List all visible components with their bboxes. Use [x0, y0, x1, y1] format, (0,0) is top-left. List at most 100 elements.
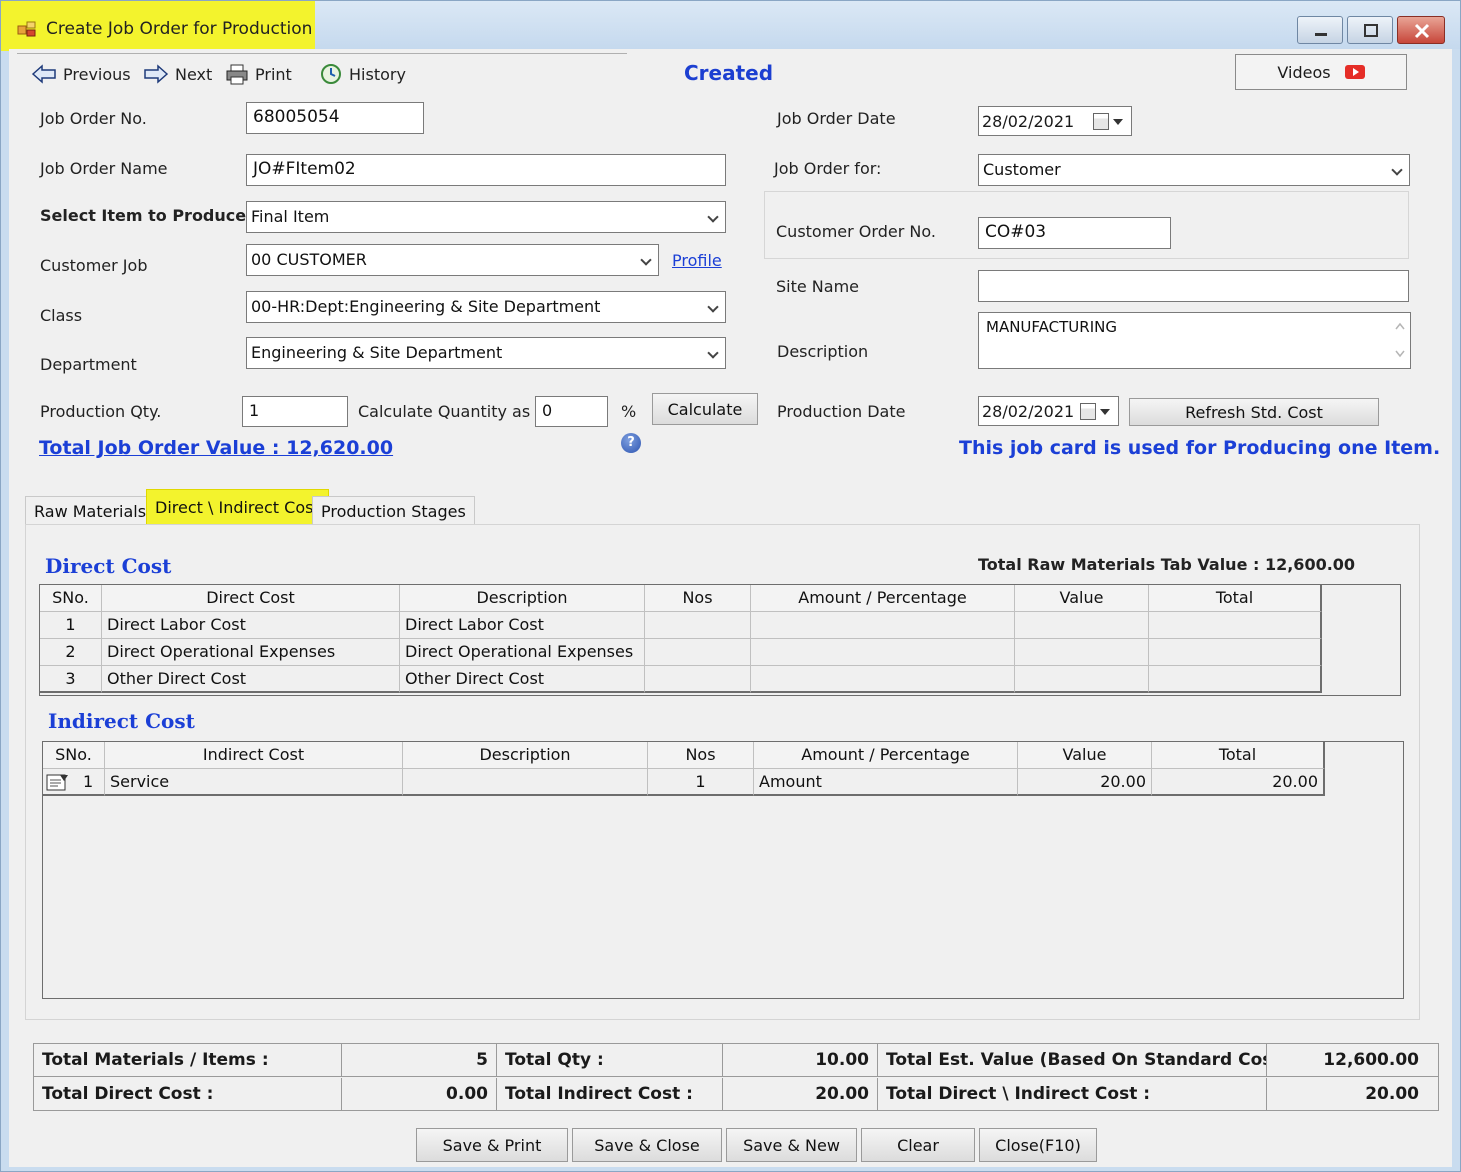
cell-total [1149, 666, 1322, 693]
cell-direct-cost[interactable]: Direct Operational Expenses [102, 639, 400, 666]
total-direct-indirect-label: Total Direct \ Indirect Cost : [878, 1078, 1267, 1111]
customer-order-no-field[interactable]: CO#03 [978, 217, 1171, 249]
production-qty-label: Production Qty. [40, 402, 162, 421]
calendar-icon [1093, 113, 1109, 130]
job-order-date-picker[interactable]: 28/02/2021 [978, 106, 1132, 136]
percent-label: % [621, 402, 637, 421]
chevron-down-icon [707, 301, 719, 313]
raw-materials-total: Total Raw Materials Tab Value : 12,600.0… [978, 555, 1356, 574]
toolbar-divider [17, 53, 627, 54]
save-new-button[interactable]: Save & New [726, 1128, 857, 1162]
table-row[interactable]: 2 Direct Operational Expenses Direct Ope… [40, 639, 1322, 666]
chevron-down-icon [707, 347, 719, 359]
description-field[interactable]: MANUFACTURING [978, 312, 1411, 369]
site-name-field[interactable] [978, 270, 1409, 302]
cell-amount-percentage[interactable] [751, 639, 1015, 666]
form-content: Previous Next Print History Created Vide… [9, 49, 1452, 1167]
history-icon [321, 64, 341, 84]
minimize-button[interactable] [1297, 16, 1343, 44]
app-icon [17, 21, 36, 37]
cell-value[interactable] [1015, 639, 1149, 666]
cell-description[interactable]: Other Direct Cost [400, 666, 645, 693]
cell-value[interactable]: 20.00 [1018, 769, 1152, 796]
close-window-button[interactable] [1397, 16, 1445, 44]
cell-sno: 2 [40, 639, 102, 666]
select-item-dropdown[interactable]: Final Item [246, 201, 726, 233]
job-order-name-label: Job Order Name [40, 159, 168, 178]
print-label: Print [255, 64, 292, 84]
profile-link[interactable]: Profile [672, 251, 722, 270]
job-order-for-dropdown[interactable]: Customer [978, 154, 1410, 186]
videos-button[interactable]: Videos [1235, 54, 1407, 90]
next-button[interactable]: Next [143, 61, 212, 87]
class-label: Class [40, 306, 83, 325]
maximize-button[interactable] [1347, 16, 1393, 44]
total-direct-indirect-value: 20.00 [1365, 1084, 1419, 1104]
clear-button[interactable]: Clear [861, 1128, 975, 1162]
table-row[interactable]: 1 Direct Labor Cost Direct Labor Cost [40, 612, 1322, 639]
refresh-std-cost-button[interactable]: Refresh Std. Cost [1129, 398, 1379, 426]
production-date-picker[interactable]: 28/02/2021 [978, 396, 1119, 426]
cell-amount-percentage[interactable]: Amount [754, 769, 1018, 796]
youtube-icon [1344, 65, 1365, 79]
department-dropdown[interactable]: Engineering & Site Department [246, 337, 726, 369]
table-row[interactable]: 1 Service 1 Amount 20.00 20.00 [43, 769, 1325, 796]
scrollbar[interactable] [1392, 315, 1408, 365]
col-nos: Nos [645, 585, 751, 612]
direct-cost-grid: SNo. Direct Cost Description Nos Amount … [39, 584, 1401, 696]
col-sno: SNo. [43, 742, 105, 769]
cell-total [1149, 612, 1322, 639]
chevron-down-icon [640, 254, 652, 266]
cell-amount-percentage[interactable] [751, 612, 1015, 639]
cell-nos[interactable] [645, 666, 751, 693]
production-qty-field[interactable]: 1 [242, 396, 348, 427]
arrow-left-icon [31, 64, 56, 84]
cell-nos[interactable] [645, 612, 751, 639]
cell-description[interactable] [403, 769, 648, 796]
total-qty-value: 10.00 [723, 1044, 878, 1077]
direct-cost-title: Direct Cost [45, 554, 172, 578]
window-title: Create Job Order for Production [46, 19, 313, 39]
job-order-for-value: Customer [983, 160, 1061, 179]
cell-total: 20.00 [1152, 769, 1325, 796]
chevron-down-icon [1391, 164, 1403, 176]
col-amount-percentage: Amount / Percentage [754, 742, 1018, 769]
history-label: History [349, 64, 406, 84]
class-value: 00-HR:Dept:Engineering & Site Department [251, 297, 601, 316]
cell-description[interactable]: Direct Labor Cost [400, 612, 645, 639]
cell-indirect-cost[interactable]: Service [105, 769, 403, 796]
close-button[interactable]: Close(F10) [979, 1128, 1097, 1162]
cell-description[interactable]: Direct Operational Expenses [400, 639, 645, 666]
history-button[interactable]: History [319, 61, 406, 87]
previous-button[interactable]: Previous [31, 61, 131, 87]
help-icon[interactable]: ? [621, 433, 641, 453]
calculate-button[interactable]: Calculate [652, 393, 758, 425]
row-edit-icon[interactable] [46, 773, 70, 791]
maximize-icon [1364, 24, 1378, 37]
save-close-button[interactable]: Save & Close [572, 1128, 722, 1162]
job-order-name-field[interactable]: JO#FItem02 [246, 154, 726, 186]
cell-nos[interactable]: 1 [648, 769, 754, 796]
total-direct-label: Total Direct Cost : [34, 1078, 342, 1111]
direct-cost-header: SNo. Direct Cost Description Nos Amount … [40, 585, 1322, 612]
customer-job-value: 00 CUSTOMER [251, 250, 367, 269]
next-label: Next [175, 64, 213, 84]
col-direct-cost: Direct Cost [102, 585, 400, 612]
table-row[interactable]: 3 Other Direct Cost Other Direct Cost [40, 666, 1322, 693]
total-job-order-value[interactable]: Total Job Order Value : 12,620.00 [39, 437, 393, 459]
cell-value[interactable] [1015, 612, 1149, 639]
select-item-label: Select Item to Produce [40, 206, 247, 225]
job-order-no-field[interactable]: 68005054 [246, 102, 424, 134]
save-print-button[interactable]: Save & Print [416, 1128, 568, 1162]
print-button[interactable]: Print [225, 61, 292, 87]
tab-direct-indirect-cost[interactable]: Direct \ Indirect Cost [146, 489, 329, 527]
cell-direct-cost[interactable]: Other Direct Cost [102, 666, 400, 693]
cell-direct-cost[interactable]: Direct Labor Cost [102, 612, 400, 639]
col-nos: Nos [648, 742, 754, 769]
class-dropdown[interactable]: 00-HR:Dept:Engineering & Site Department [246, 291, 726, 323]
cell-amount-percentage[interactable] [751, 666, 1015, 693]
customer-job-dropdown[interactable]: 00 CUSTOMER [246, 244, 659, 276]
cell-value[interactable] [1015, 666, 1149, 693]
calc-qty-field[interactable]: 0 [535, 396, 608, 427]
cell-nos[interactable] [645, 639, 751, 666]
